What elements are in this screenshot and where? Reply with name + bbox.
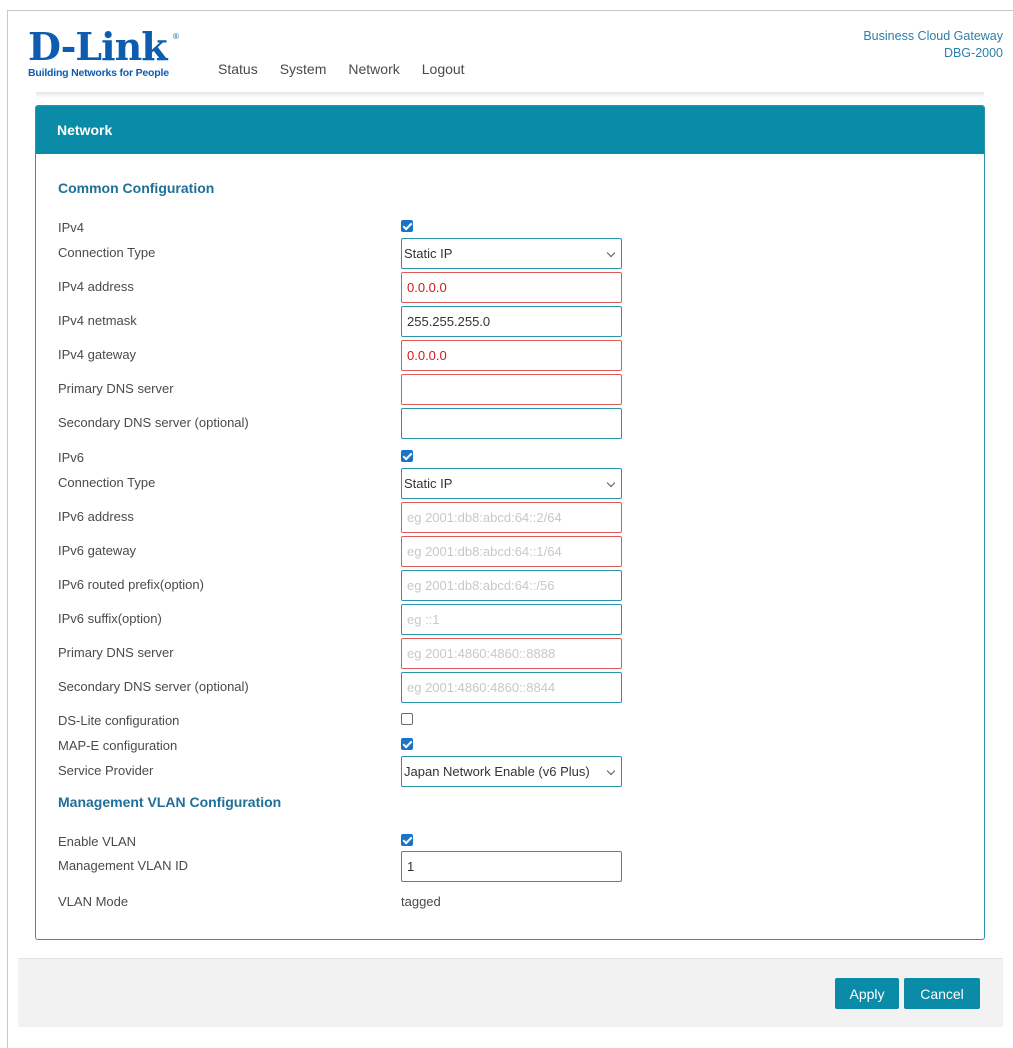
ds-lite-label: DS-Lite configuration [58, 713, 180, 728]
ipv6-address-label: IPv6 address [58, 509, 134, 524]
vlan-id-input[interactable] [401, 851, 622, 882]
ipv6-connection-type-label: Connection Type [58, 475, 156, 490]
vlan-config-heading: Management VLAN Configuration [58, 794, 282, 810]
ipv6-secondary-dns-label: Secondary DNS server (optional) [58, 679, 249, 694]
product-model: DBG-2000 [943, 46, 1003, 60]
dlink-logo: D-Link ® Building Networks for People [28, 26, 188, 80]
map-e-label: MAP-E configuration [58, 738, 178, 753]
ipv4-connection-type-value: Static IP [404, 246, 453, 261]
panel-title: Network [36, 106, 984, 154]
ipv4-label: IPv4 [58, 220, 85, 235]
ipv6-connection-type-value: Static IP [404, 476, 453, 491]
common-config-heading: Common Configuration [58, 180, 215, 196]
ipv6-primary-dns-label: Primary DNS server [58, 645, 174, 660]
chevron-down-icon [606, 478, 616, 488]
ipv4-checkbox[interactable] [401, 220, 413, 232]
product-info: Business Cloud Gateway DBG-2000 [863, 28, 1003, 62]
ipv6-routed-prefix-label: IPv6 routed prefix(option) [58, 577, 204, 592]
header-divider [36, 92, 984, 98]
ipv4-netmask-label: IPv4 netmask [58, 313, 137, 328]
service-provider-select[interactable]: Japan Network Enable (v6 Plus) [401, 756, 622, 787]
ipv4-address-input[interactable] [401, 272, 622, 303]
ipv6-gateway-input[interactable] [401, 536, 622, 567]
logo-tagline: Building Networks for People [28, 67, 169, 79]
action-bar: Apply Cancel [18, 958, 1003, 1027]
chevron-down-icon [606, 248, 616, 258]
ipv6-primary-dns-input[interactable] [401, 638, 622, 669]
vlan-id-label: Management VLAN ID [58, 858, 189, 873]
ipv6-checkbox[interactable] [401, 450, 413, 462]
vlan-mode-label: VLAN Mode [58, 894, 129, 909]
chevron-down-icon [606, 766, 616, 776]
enable-vlan-checkbox[interactable] [401, 834, 413, 846]
nav-system[interactable]: System [280, 61, 327, 77]
ds-lite-checkbox[interactable] [401, 713, 413, 725]
cancel-button[interactable]: Cancel [904, 978, 980, 1009]
ipv4-address-label: IPv4 address [58, 279, 134, 294]
ipv4-gateway-input[interactable] [401, 340, 622, 371]
ipv6-label: IPv6 [58, 450, 85, 465]
apply-button[interactable]: Apply [835, 978, 899, 1009]
ipv4-primary-dns-input[interactable] [401, 374, 622, 405]
ipv6-connection-type-select[interactable]: Static IP [401, 468, 622, 499]
ipv4-gateway-label: IPv4 gateway [58, 347, 137, 362]
logo-wordmark: D-Link [28, 24, 168, 69]
nav-status[interactable]: Status [218, 61, 258, 77]
ipv4-connection-type-select[interactable]: Static IP [401, 238, 622, 269]
ipv6-secondary-dns-input[interactable] [401, 672, 622, 703]
ipv6-address-input[interactable] [401, 502, 622, 533]
ipv6-suffix-label: IPv6 suffix(option) [58, 611, 162, 626]
ipv6-suffix-input[interactable] [401, 604, 622, 635]
registered-mark: ® [173, 32, 179, 41]
enable-vlan-label: Enable VLAN [58, 834, 137, 849]
service-provider-label: Service Provider [58, 763, 154, 778]
ipv4-secondary-dns-label: Secondary DNS server (optional) [58, 415, 249, 430]
nav-network[interactable]: Network [348, 61, 399, 77]
ipv6-gateway-label: IPv6 gateway [58, 543, 137, 558]
main-nav: Status System Network Logout [218, 61, 487, 77]
nav-logout[interactable]: Logout [422, 61, 465, 77]
vlan-mode-value: tagged [401, 894, 441, 909]
ipv4-primary-dns-label: Primary DNS server [58, 381, 174, 396]
ipv4-netmask-input[interactable] [401, 306, 622, 337]
product-line: Business Cloud Gateway [863, 29, 1003, 43]
ipv4-secondary-dns-input[interactable] [401, 408, 622, 439]
map-e-checkbox[interactable] [401, 738, 413, 750]
ipv6-routed-prefix-input[interactable] [401, 570, 622, 601]
ipv4-connection-type-label: Connection Type [58, 245, 156, 260]
service-provider-value: Japan Network Enable (v6 Plus) [404, 764, 590, 779]
